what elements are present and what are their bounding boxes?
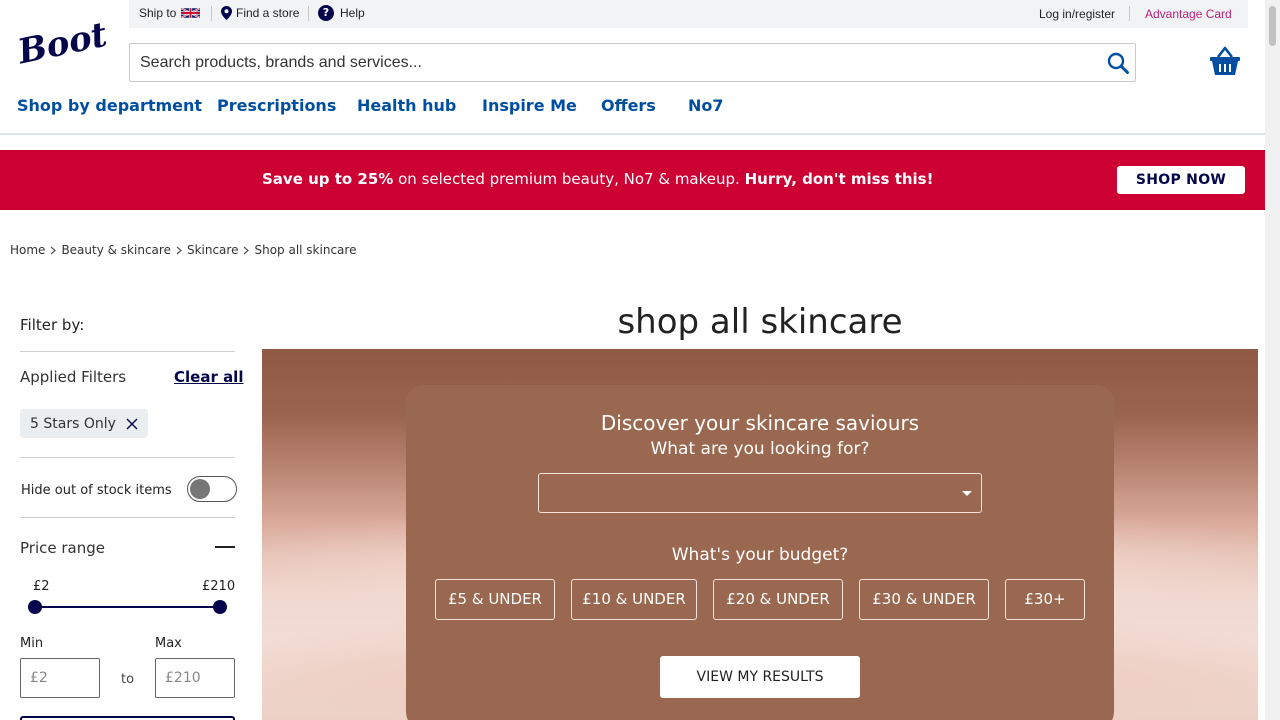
breadcrumb-home[interactable]: Home (10, 243, 45, 257)
max-price-label: Max (155, 636, 182, 651)
price-range-track[interactable] (35, 606, 220, 608)
nav-shop-by-department[interactable]: Shop by department (17, 96, 202, 115)
filter-divider (20, 351, 235, 352)
promo-highlight: Save up to 25% (262, 170, 394, 188)
min-price-input[interactable] (21, 659, 99, 697)
looking-for-select[interactable] (538, 473, 982, 513)
price-range-max-handle[interactable] (213, 600, 227, 614)
help-link[interactable]: ? Help (318, 5, 365, 21)
login-register-link[interactable]: Log in/register (1039, 7, 1115, 21)
find-store-link[interactable]: Find a store (221, 6, 299, 20)
budget-30-under-button[interactable]: £30 & UNDER (859, 579, 989, 620)
budget-20-under-button[interactable]: £20 & UNDER (713, 579, 843, 620)
utility-divider (211, 6, 212, 21)
filter-title: Filter by: (20, 316, 85, 334)
boots-logo[interactable]: Boots (16, 16, 106, 68)
hide-out-of-stock-label: Hide out of stock items (21, 483, 172, 498)
nav-no7[interactable]: No7 (688, 96, 724, 115)
nav-inspire-me[interactable]: Inspire Me (482, 96, 577, 115)
search-bar (129, 43, 1136, 82)
help-icon: ? (318, 5, 334, 21)
applied-filters-heading: Applied Filters (20, 368, 127, 386)
chip-label: 5 Stars Only (30, 415, 116, 432)
chevron-right-icon (176, 246, 182, 254)
page: Boots Ship to Find a store ? Help Log in… (0, 0, 1280, 720)
applied-filter-chip[interactable]: 5 Stars Only (20, 409, 148, 438)
basket-icon[interactable] (1209, 46, 1241, 76)
price-range-min-handle[interactable] (28, 600, 42, 614)
price-range-heading[interactable]: Price range (20, 539, 105, 557)
ship-to-selector[interactable]: Ship to (139, 6, 201, 20)
breadcrumb-beauty-skincare[interactable]: Beauty & skincare (61, 243, 171, 257)
chevron-right-icon (244, 246, 250, 254)
promo-banner[interactable]: Save up to 25% on selected premium beaut… (0, 150, 1265, 210)
breadcrumb-skincare[interactable]: Skincare (187, 243, 239, 257)
shop-now-button[interactable]: SHOP NOW (1117, 166, 1245, 194)
nav-health-hub[interactable]: Health hub (357, 96, 456, 115)
price-to-label: to (121, 672, 135, 687)
filter-divider (20, 517, 235, 518)
breadcrumb-current: Shop all skincare (254, 243, 357, 257)
page-scrollbar[interactable] (1265, 0, 1280, 720)
clear-all-link[interactable]: Clear all (174, 368, 243, 386)
min-price-field-box (20, 658, 100, 698)
chevron-down-icon (962, 491, 972, 496)
search-icon[interactable] (1107, 52, 1129, 74)
utility-divider (308, 6, 309, 21)
promo-urgency: Hurry, don't miss this! (744, 170, 934, 188)
finder-subtitle: What are you looking for? (650, 439, 870, 459)
advantage-card-link[interactable]: Advantage Card (1145, 7, 1232, 21)
ship-to-label: Ship to (139, 6, 177, 20)
toggle-knob (190, 479, 210, 499)
budget-5-under-button[interactable]: £5 & UNDER (435, 579, 555, 620)
range-max-value: £210 (202, 579, 236, 594)
max-price-input[interactable] (156, 659, 234, 697)
skincare-finder-panel: Discover your skincare saviours What are… (406, 385, 1114, 720)
breadcrumb: Home Beauty & skincare Skincare Shop all… (10, 243, 356, 257)
max-price-field-box (155, 658, 235, 698)
finder-title: Discover your skincare saviours (600, 411, 920, 435)
location-pin-icon (221, 6, 232, 20)
promo-body: on selected premium beauty, No7 & makeup… (393, 170, 745, 188)
budget-heading: What's your budget? (671, 545, 849, 565)
budget-10-under-button[interactable]: £10 & UNDER (571, 579, 697, 620)
nav-prescriptions[interactable]: Prescriptions (217, 96, 336, 115)
uk-flag-icon (181, 7, 201, 19)
filter-divider (20, 457, 235, 458)
page-title: shop all skincare (617, 302, 903, 342)
min-price-label: Min (20, 636, 44, 651)
scrollbar-thumb[interactable] (1269, 6, 1276, 46)
utility-bar: Ship to Find a store ? Help Log in/regis… (129, 0, 1248, 28)
chevron-right-icon (51, 246, 57, 254)
range-min-value: £2 (33, 579, 50, 594)
nav-divider (0, 133, 1265, 135)
collapse-icon[interactable] (215, 546, 235, 548)
skincare-hero: Discover your skincare saviours What are… (262, 349, 1258, 720)
promo-text: Save up to 25% on selected premium beaut… (262, 170, 933, 188)
nav-offers[interactable]: Offers (601, 96, 656, 115)
hide-out-of-stock-toggle[interactable] (187, 476, 237, 502)
budget-30-plus-button[interactable]: £30+ (1005, 579, 1085, 620)
view-results-button[interactable]: VIEW MY RESULTS (660, 656, 860, 698)
apply-price-button[interactable] (20, 716, 235, 720)
svg-text:Boots: Boots (16, 16, 106, 68)
find-store-label: Find a store (236, 6, 300, 20)
help-label: Help (340, 6, 365, 20)
utility-divider (1129, 6, 1130, 21)
close-icon[interactable] (126, 418, 138, 430)
search-input[interactable] (140, 44, 1090, 81)
